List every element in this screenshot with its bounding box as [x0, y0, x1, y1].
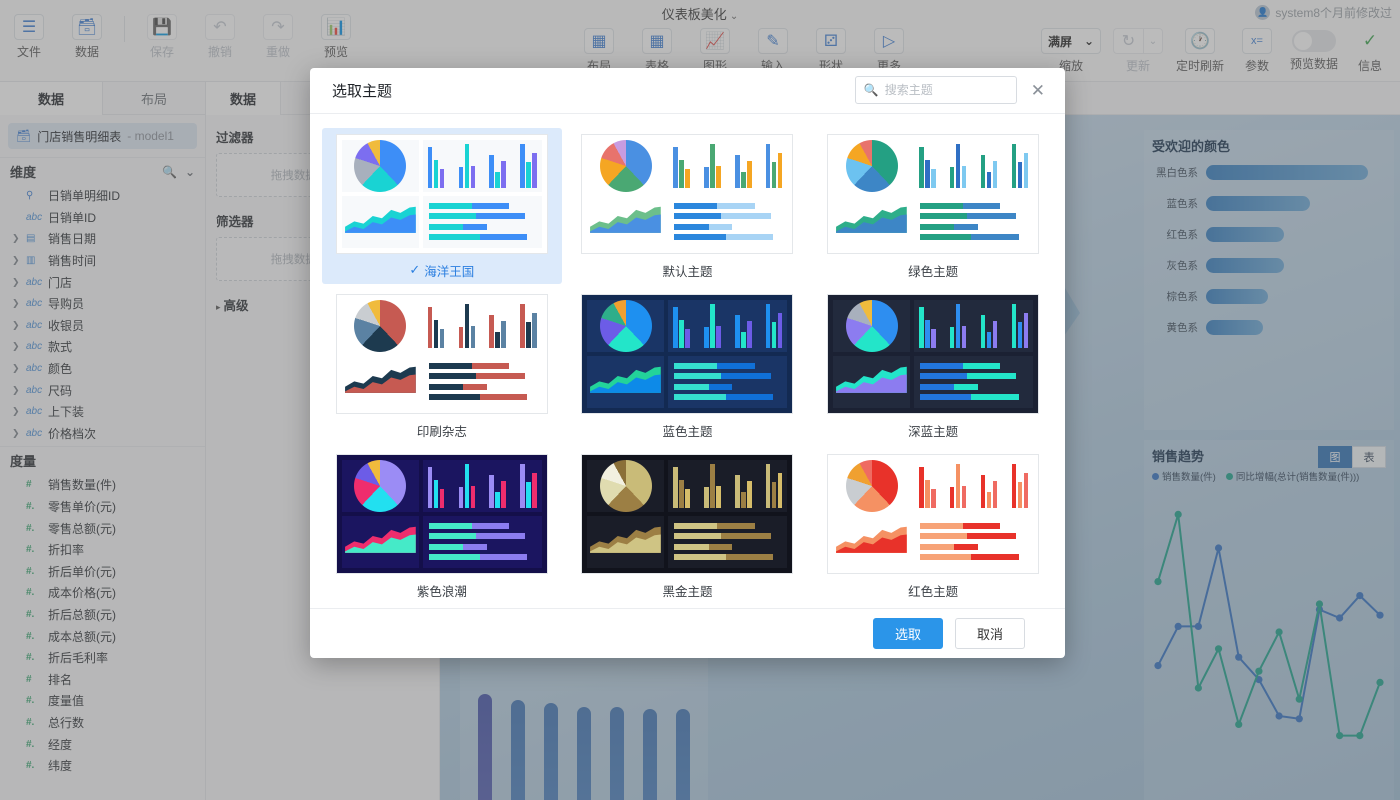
thumb-area-chart — [833, 515, 911, 568]
pie-graphic — [845, 459, 898, 512]
thumb-pie-chart — [587, 139, 665, 192]
theme-name-text: 默认主题 — [662, 264, 713, 279]
thumb-pie-chart — [341, 459, 419, 512]
pie-graphic — [354, 299, 407, 352]
theme-name-text: 紫色浪潮 — [416, 584, 467, 599]
thumb-area-chart — [833, 195, 911, 248]
thumb-pie-chart — [341, 299, 419, 352]
thumb-hbar-chart — [914, 515, 1034, 568]
thumb-area-chart — [587, 515, 665, 568]
thumb-area-chart — [587, 355, 665, 408]
thumb-pie-chart — [833, 139, 911, 192]
thumb-bar-chart — [668, 459, 788, 512]
dialog-footer: 选取 取消 — [310, 607, 1065, 658]
theme-thumbnail — [581, 453, 794, 574]
thumb-pie-chart — [833, 459, 911, 512]
check-icon: ✓ — [409, 262, 421, 278]
theme-grid: ✓ 海洋王国 默认主题 绿色主题印刷杂志 蓝色主题 深蓝主题紫色浪潮 黑金主题 红色主题 — [310, 114, 1065, 608]
search-icon: 🔍 — [863, 83, 879, 98]
theme-thumbnail — [581, 133, 794, 254]
theme-card[interactable]: 红色主题 — [813, 448, 1053, 604]
theme-name: ✓ 海洋王国 — [409, 261, 474, 280]
theme-card[interactable]: 默认主题 — [568, 128, 808, 284]
theme-name: 黑金主题 — [662, 581, 712, 600]
pie-graphic — [599, 139, 652, 192]
thumb-hbar-chart — [422, 355, 542, 408]
theme-thumbnail — [581, 293, 794, 414]
thumb-bar-chart — [914, 139, 1034, 192]
theme-card[interactable]: 印刷杂志 — [322, 288, 562, 444]
theme-name: 紫色浪潮 — [417, 581, 467, 600]
theme-name-text: 黑金主题 — [662, 584, 713, 599]
dialog-header: 选取主题 🔍 ✕ — [310, 68, 1065, 114]
theme-name: 绿色主题 — [908, 261, 958, 280]
thumb-area-chart — [341, 355, 419, 408]
thumb-bar-chart — [422, 459, 542, 512]
theme-name-text: 印刷杂志 — [416, 424, 467, 439]
theme-picker-dialog: 选取主题 🔍 ✕ ✓海洋王国 默认主题 绿色主题印刷杂志 蓝色主题 深蓝主题紫色浪潮 黑金… — [310, 68, 1065, 658]
theme-name-text: 绿色主题 — [908, 264, 959, 279]
thumb-pie-chart — [587, 459, 665, 512]
thumb-bar-chart — [422, 299, 542, 352]
theme-card[interactable]: 紫色浪潮 — [322, 448, 562, 604]
theme-card[interactable]: 绿色主题 — [813, 128, 1053, 284]
thumb-area-chart — [341, 515, 419, 568]
theme-name-text: 蓝色主题 — [662, 424, 713, 439]
thumb-bar-chart — [422, 139, 542, 192]
thumb-hbar-chart — [422, 195, 542, 248]
theme-thumbnail — [827, 293, 1040, 414]
theme-name-text: 红色主题 — [908, 584, 959, 599]
theme-search-input[interactable] — [884, 83, 1008, 98]
thumb-bar-chart — [914, 459, 1034, 512]
thumb-hbar-chart — [914, 355, 1034, 408]
pie-graphic — [845, 139, 898, 192]
close-icon[interactable]: ✕ — [1027, 78, 1049, 103]
pie-graphic — [599, 459, 652, 512]
thumb-bar-chart — [668, 139, 788, 192]
confirm-button[interactable]: 选取 — [873, 617, 943, 649]
theme-thumbnail — [335, 453, 548, 574]
thumb-hbar-chart — [668, 195, 788, 248]
theme-name: 默认主题 — [662, 261, 712, 280]
thumb-hbar-chart — [668, 515, 788, 568]
theme-card[interactable]: 黑金主题 — [568, 448, 808, 604]
thumb-bar-chart — [668, 299, 788, 352]
theme-name: 深蓝主题 — [908, 421, 958, 440]
theme-name: 红色主题 — [908, 581, 958, 600]
pie-graphic — [354, 139, 407, 192]
thumb-area-chart — [833, 355, 911, 408]
theme-card[interactable]: 蓝色主题 — [568, 288, 808, 444]
dialog-title: 选取主题 — [332, 82, 393, 100]
theme-name-text: 海洋王国 — [424, 264, 475, 279]
theme-name: 蓝色主题 — [662, 421, 712, 440]
theme-thumbnail — [335, 293, 548, 414]
cancel-button[interactable]: 取消 — [955, 617, 1025, 649]
pie-graphic — [845, 299, 898, 352]
theme-thumbnail — [335, 133, 548, 254]
thumb-area-chart — [341, 195, 419, 248]
thumb-hbar-chart — [668, 355, 788, 408]
theme-name: 印刷杂志 — [417, 421, 467, 440]
theme-search-box[interactable]: 🔍 — [854, 76, 1017, 105]
pie-graphic — [599, 299, 652, 352]
thumb-hbar-chart — [914, 195, 1034, 248]
theme-name-text: 深蓝主题 — [908, 424, 959, 439]
theme-card[interactable]: ✓ 海洋王国 — [322, 127, 562, 284]
theme-card[interactable]: 深蓝主题 — [813, 288, 1053, 444]
pie-graphic — [354, 459, 407, 512]
theme-thumbnail — [827, 133, 1040, 254]
theme-thumbnail — [827, 453, 1040, 574]
thumb-area-chart — [587, 195, 665, 248]
thumb-pie-chart — [341, 139, 419, 192]
thumb-bar-chart — [914, 299, 1034, 352]
thumb-hbar-chart — [422, 515, 542, 568]
thumb-pie-chart — [833, 299, 911, 352]
thumb-pie-chart — [587, 299, 665, 352]
